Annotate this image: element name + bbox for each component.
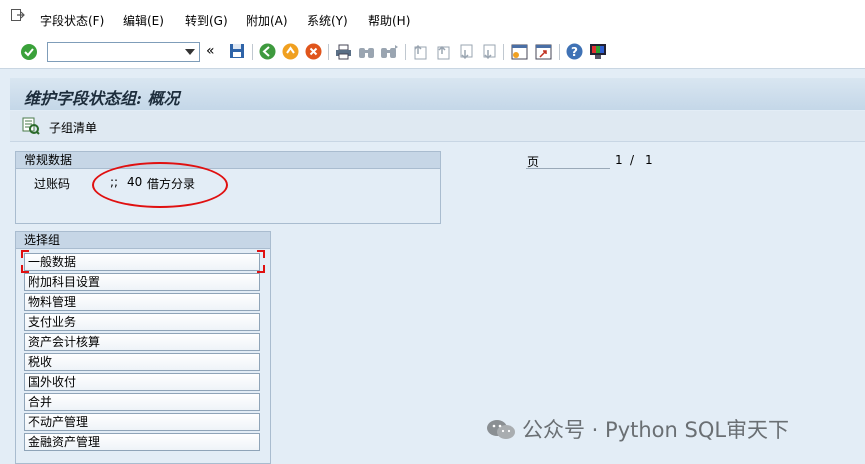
find-icon[interactable] <box>358 44 375 60</box>
focus-corner <box>21 250 29 258</box>
highlight-ellipse <box>92 162 228 208</box>
page-current: 1 <box>615 153 623 167</box>
help-icon[interactable]: ? <box>566 43 583 60</box>
menu-bar: 字段状态(F) 编辑(E) 转到(G) 附加(A) 系统(Y) 帮助(H) <box>0 0 865 38</box>
posting-key-label: 过账码 <box>34 177 71 191</box>
exit-icon[interactable] <box>11 9 25 21</box>
focus-corner <box>21 265 29 273</box>
group-button-financial-assets[interactable]: 金融资产管理 <box>24 433 260 451</box>
group-button-foreign-payment[interactable]: 国外收付 <box>24 373 260 391</box>
group-button-additional-account[interactable]: 附加科目设置 <box>24 273 260 291</box>
next-page-icon[interactable] <box>458 44 474 60</box>
first-page-icon[interactable] <box>412 44 428 60</box>
menu-item-field-status[interactable]: 字段状态(F) <box>40 14 104 28</box>
page-title: 维护字段状态组: 概况 <box>24 89 180 108</box>
page-total: 1 <box>645 153 653 167</box>
group-button-real-estate[interactable]: 不动产管理 <box>24 413 260 431</box>
subgroup-list-button[interactable]: 子组清单 <box>49 119 97 136</box>
last-page-icon[interactable] <box>481 44 497 60</box>
toolbar-separator <box>405 44 406 60</box>
menu-item-edit[interactable]: 编辑(E) <box>123 14 164 28</box>
group-button-payment[interactable]: 支付业务 <box>24 313 260 331</box>
toolbar-separator <box>328 44 329 60</box>
toolbar-separator <box>559 44 560 60</box>
layout-menu-icon[interactable] <box>589 43 607 60</box>
cancel-icon[interactable] <box>305 43 322 60</box>
create-session-icon[interactable] <box>511 44 528 60</box>
select-group-panel: 选择组 一般数据 附加科目设置 物料管理 支付业务 资产会计核算 税收 国外收付… <box>15 231 271 464</box>
screen-title-bar: 维护字段状态组: 概况 <box>10 78 865 110</box>
shortcut-icon[interactable] <box>535 44 552 60</box>
exit-arrow-icon[interactable] <box>282 43 299 60</box>
focus-corner <box>257 250 265 258</box>
command-field[interactable] <box>47 42 200 62</box>
menu-item-extras[interactable]: 附加(A) <box>246 14 288 28</box>
general-data-header: 常规数据 <box>16 152 440 169</box>
page-separator: / <box>630 153 635 167</box>
menu-item-system[interactable]: 系统(Y) <box>307 14 348 28</box>
group-button-taxes[interactable]: 税收 <box>24 353 260 371</box>
group-button-general-data[interactable]: 一般数据 <box>24 253 260 271</box>
previous-page-icon[interactable] <box>435 44 451 60</box>
print-icon[interactable] <box>335 44 352 60</box>
toolbar-separator <box>252 44 253 60</box>
watermark-text: 公众号 · Python SQL审天下 <box>522 418 790 442</box>
enter-icon[interactable] <box>20 43 38 61</box>
focus-corner <box>257 265 265 273</box>
dropdown-arrow-icon[interactable] <box>185 49 195 55</box>
group-button-materials-mgmt[interactable]: 物料管理 <box>24 293 260 311</box>
collapse-icon[interactable]: « <box>206 43 215 59</box>
svg-text:?: ? <box>571 45 578 59</box>
back-icon[interactable] <box>259 43 276 60</box>
application-toolbar: 子组清单 <box>10 111 865 142</box>
find-next-icon[interactable] <box>380 44 399 60</box>
page-underline <box>526 168 610 169</box>
wechat-icon <box>487 420 515 439</box>
menu-item-goto[interactable]: 转到(G) <box>185 14 228 28</box>
select-group-header: 选择组 <box>16 232 270 249</box>
group-button-asset-accounting[interactable]: 资产会计核算 <box>24 333 260 351</box>
general-data-group: 常规数据 <box>15 151 441 224</box>
subgroup-list-icon[interactable] <box>22 117 40 135</box>
group-button-consolidation[interactable]: 合并 <box>24 393 260 411</box>
toolbar-separator <box>503 44 504 60</box>
menu-item-help[interactable]: 帮助(H) <box>368 14 410 28</box>
save-icon[interactable] <box>229 43 245 59</box>
